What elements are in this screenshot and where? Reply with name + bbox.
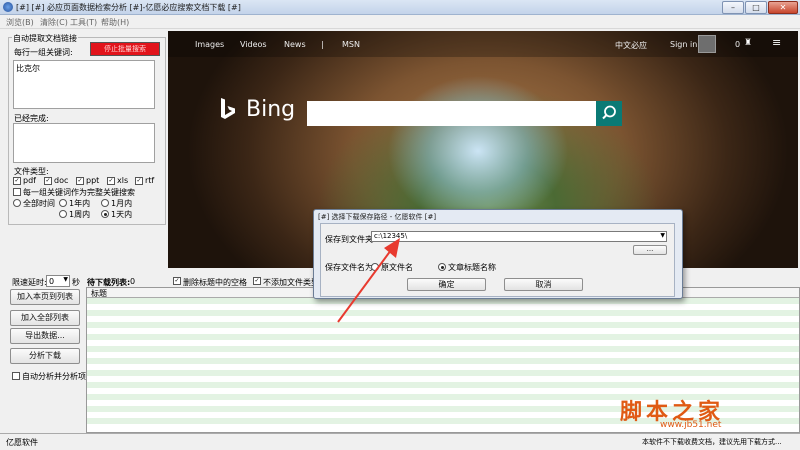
nav-separator: | xyxy=(321,40,324,49)
stop-search-button[interactable]: 停止批量搜索 xyxy=(90,42,160,56)
status-right: 本软件不下载收费文档，建议先用下载方式... xyxy=(642,438,782,446)
watermark-url: www.jb51.net xyxy=(660,420,722,430)
auto-analyze-checkbox[interactable] xyxy=(12,372,20,380)
close-button[interactable]: ✕ xyxy=(768,1,798,14)
complete-search-checkbox[interactable] xyxy=(13,188,21,196)
minimize-button[interactable]: – xyxy=(722,1,744,14)
browse-button[interactable]: ... xyxy=(633,245,667,255)
pending-count: 0 xyxy=(130,277,136,286)
delay-value: 0 xyxy=(49,277,55,286)
ok-button[interactable]: 确定 xyxy=(407,278,486,291)
analyze-download-button[interactable]: 分析下载 xyxy=(10,348,80,364)
title-name-radio[interactable] xyxy=(438,263,446,271)
avatar[interactable] xyxy=(698,35,716,53)
chevron-down-icon: ▼ xyxy=(660,232,665,239)
rtf-checkbox[interactable]: ✓ xyxy=(135,177,143,185)
doc-checkbox[interactable]: ✓ xyxy=(44,177,52,185)
time-all-label: 全部时间 xyxy=(23,199,55,208)
nav-chinese-bing[interactable]: 中文必应 xyxy=(615,40,647,51)
menu-browse[interactable]: 浏览(B) xyxy=(6,17,34,28)
time-1week-label: 1周内 xyxy=(69,210,91,219)
no-filetype-checkbox[interactable]: ✓ xyxy=(253,277,261,285)
annotation-arrow-icon xyxy=(337,238,400,323)
time-1month-radio[interactable] xyxy=(101,199,109,207)
keywords-input[interactable]: 比克尔 xyxy=(13,60,155,109)
title-name-label: 文章标题名称 xyxy=(448,263,496,272)
time-all-radio[interactable] xyxy=(13,199,21,207)
dialog-title: [#] 选择下载保存路径 - 亿愿软件 [#] xyxy=(318,213,437,221)
menu-bar: 浏览(B) 清除(C) 工具(T) 帮助(H) xyxy=(0,15,800,29)
doc-label: doc xyxy=(54,176,69,185)
auto-analyze-label: 自动分析并分析项 xyxy=(22,372,86,381)
pdf-label: pdf xyxy=(23,176,36,185)
time-1month-label: 1月内 xyxy=(111,199,133,208)
menu-tools[interactable]: 工具(T) xyxy=(70,17,97,28)
bing-logo-icon xyxy=(221,98,235,119)
menu-clear[interactable]: 清除(C) xyxy=(40,17,68,28)
menu-help[interactable]: 帮助(H) xyxy=(101,17,129,28)
xls-checkbox[interactable]: ✓ xyxy=(107,177,115,185)
time-1year-radio[interactable] xyxy=(59,199,67,207)
rtf-label: rtf xyxy=(145,176,155,185)
keywords-label: 每行一组关键词: xyxy=(14,48,73,57)
ppt-label: ppt xyxy=(86,176,100,185)
rewards-count: 0 xyxy=(735,40,741,49)
status-left: 亿愿软件 xyxy=(6,438,38,447)
time-1day-label: 1天内 xyxy=(111,210,133,219)
app-icon xyxy=(3,2,13,12)
delay-label: 限速延时: xyxy=(12,278,47,287)
status-bar: 亿愿软件 本软件不下载收费文档，建议先用下载方式... xyxy=(0,433,800,450)
export-button[interactable]: 导出数据... xyxy=(10,328,80,344)
pdf-checkbox[interactable]: ✓ xyxy=(13,177,21,185)
nav-news[interactable]: News xyxy=(284,40,306,49)
nav-msn[interactable]: MSN xyxy=(342,40,360,49)
menu-icon[interactable]: ≡ xyxy=(772,37,781,48)
bing-search-input[interactable] xyxy=(307,101,597,126)
xls-label: xls xyxy=(117,176,129,185)
add-page-button[interactable]: 加入本页到列表 xyxy=(10,289,80,305)
chevron-down-icon: ▼ xyxy=(63,276,68,283)
keywords-value: 比克尔 xyxy=(16,64,40,73)
bing-search-button[interactable] xyxy=(596,101,622,126)
maximize-button[interactable]: □ xyxy=(745,1,767,14)
nav-sign-in[interactable]: Sign in xyxy=(670,40,697,49)
ppt-checkbox[interactable]: ✓ xyxy=(76,177,84,185)
time-1day-radio[interactable] xyxy=(101,210,109,218)
remove-space-checkbox[interactable]: ✓ xyxy=(173,277,181,285)
group-title: 自动提取文档链接 xyxy=(12,33,78,44)
delay-select[interactable]: 0 ▼ xyxy=(46,275,70,287)
nav-videos[interactable]: Videos xyxy=(240,40,267,49)
search-icon xyxy=(602,105,616,120)
trophy-icon[interactable]: ♜ xyxy=(744,38,752,48)
cancel-button[interactable]: 取消 xyxy=(504,278,583,291)
nav-images[interactable]: Images xyxy=(195,40,224,49)
window-title: [#] [#] 必应页面数据检索分析 [#]-亿愿必应搜索文档下载 [#] xyxy=(16,3,241,12)
time-1year-label: 1年内 xyxy=(69,199,91,208)
delay-unit: 秒 xyxy=(72,278,80,287)
time-1week-radio[interactable] xyxy=(59,210,67,218)
done-list[interactable] xyxy=(13,123,155,163)
title-bar: [#] [#] 必应页面数据检索分析 [#]-亿愿必应搜索文档下载 [#] – … xyxy=(0,0,800,15)
complete-search-label: 每一组关键词作为完整关键搜索 xyxy=(23,188,135,197)
folder-select[interactable]: c:\12345\ ▼ xyxy=(371,231,667,242)
bing-logo-text: Bing xyxy=(246,97,296,122)
add-all-button[interactable]: 加入全部列表 xyxy=(10,310,80,326)
